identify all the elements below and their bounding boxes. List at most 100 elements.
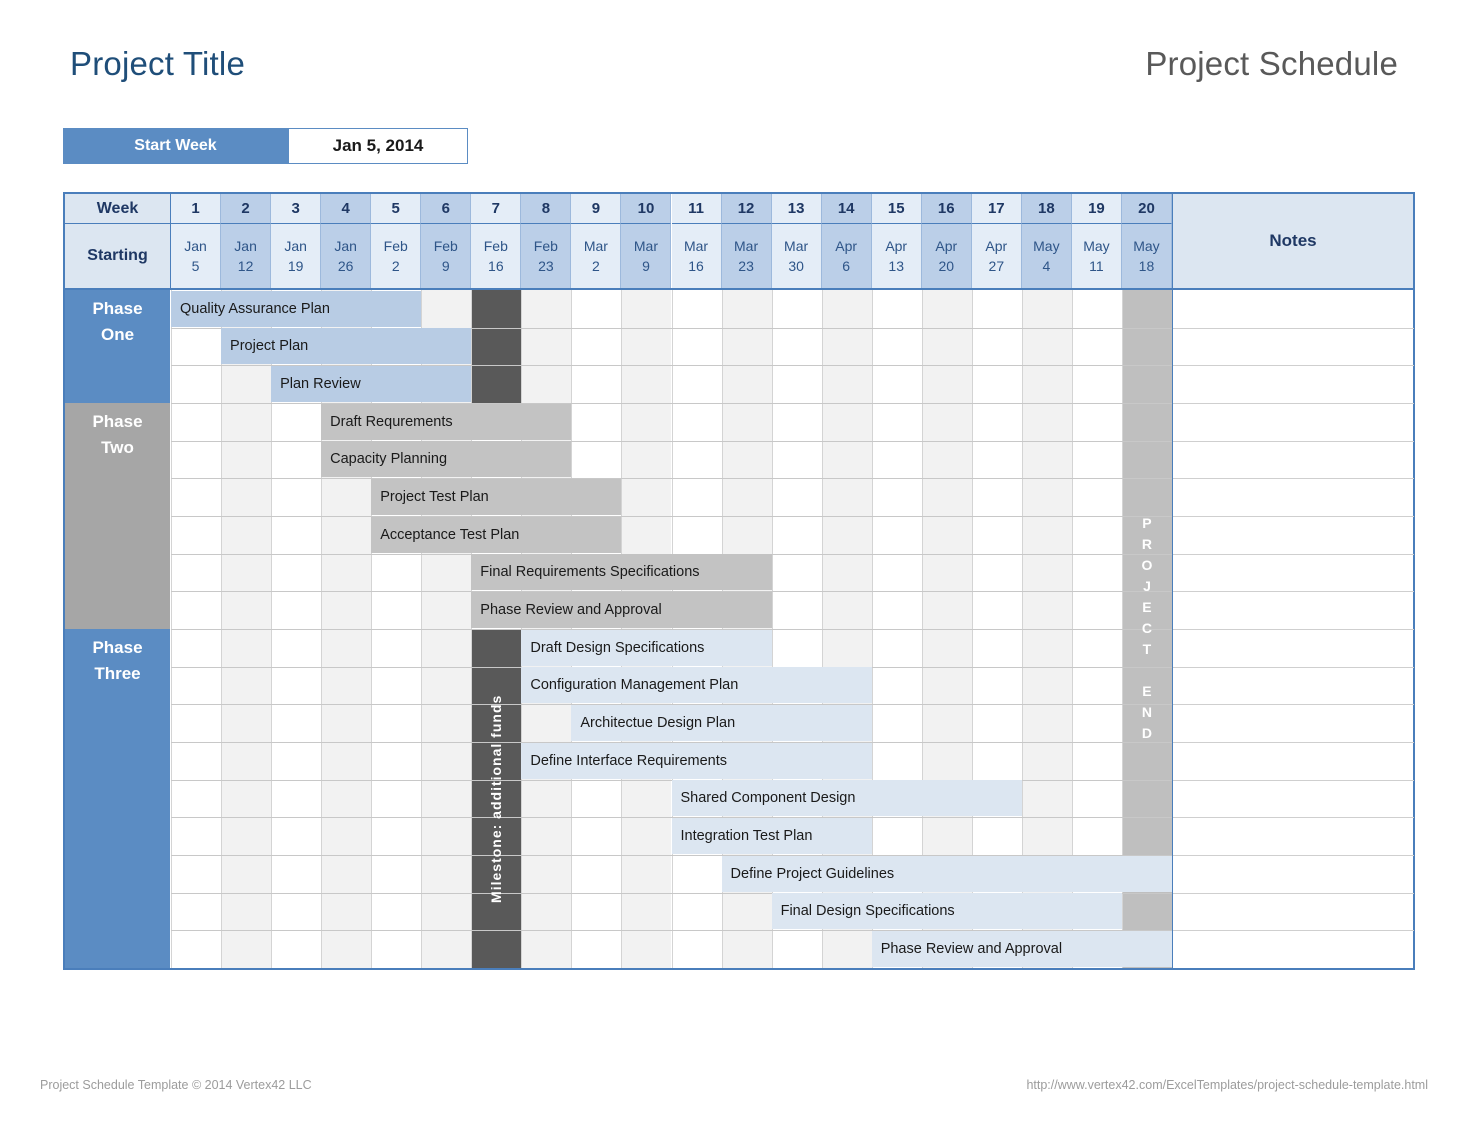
task-bar[interactable] <box>671 818 872 855</box>
task-bar[interactable] <box>521 629 772 666</box>
week-date-10: Mar 9 <box>621 224 672 288</box>
task-bar[interactable] <box>321 403 572 440</box>
week-date-month: Mar <box>583 237 608 254</box>
week-date-day: 2 <box>592 258 600 274</box>
task-bar[interactable] <box>371 479 622 516</box>
week-date-day: 13 <box>888 258 904 274</box>
task-bar[interactable] <box>521 667 872 704</box>
week-number-6: 6 <box>421 194 472 224</box>
week-number-2: 2 <box>221 194 272 224</box>
week-number-18: 18 <box>1021 194 1072 224</box>
phase-label-line1: Phase <box>92 299 143 318</box>
week-date-3: Jan 19 <box>271 224 322 288</box>
week-number-17: 17 <box>971 194 1022 224</box>
week-date-month: Jan <box>234 237 257 254</box>
week-date-day: 20 <box>938 258 955 274</box>
task-bar[interactable] <box>371 516 622 553</box>
milestone-column-block-1 <box>471 290 522 403</box>
week-date-11: Mar 16 <box>671 224 722 288</box>
week-date-day: 16 <box>688 258 704 274</box>
week-number-1: 1 <box>171 194 222 224</box>
notes-row-line-7 <box>1173 553 1414 555</box>
task-bar[interactable] <box>171 290 422 327</box>
phase-label-3: Phase Three <box>65 628 171 968</box>
week-date-month: May <box>1033 237 1060 254</box>
task-bar[interactable] <box>271 366 472 403</box>
task-bar[interactable] <box>571 705 872 742</box>
task-bar[interactable] <box>221 328 472 365</box>
week-date-month: Mar <box>683 237 709 254</box>
week-date-day: 26 <box>337 258 354 274</box>
week-number-4: 4 <box>321 194 372 224</box>
phase-label-line1: Phase <box>92 411 143 431</box>
footer-url[interactable]: http://www.vertex42.com/ExcelTemplates/p… <box>1026 1078 1428 1092</box>
phase-label-line2: One <box>100 325 135 345</box>
week-date-12: Mar 23 <box>721 224 772 288</box>
project-end-letter-6: C <box>1141 620 1153 637</box>
notes-row-line-2 <box>1173 365 1414 367</box>
task-bar[interactable] <box>771 893 1122 930</box>
phase-label-line1: Phase <box>92 637 143 657</box>
week-date-day: 23 <box>738 258 754 274</box>
task-bar[interactable] <box>471 592 772 629</box>
project-end-label: PROJECT END <box>1122 290 1172 968</box>
week-date-day: 27 <box>988 258 1005 274</box>
week-date-month: Feb <box>433 237 458 254</box>
notes-row-line-6 <box>1173 515 1414 517</box>
week-date-day: 2 <box>391 258 400 274</box>
week-date-day: 23 <box>538 258 554 274</box>
task-bar[interactable] <box>721 855 1172 892</box>
project-end-letter-11: D <box>1141 725 1153 742</box>
week-date-month: Mar <box>734 237 759 254</box>
week-date-14: Apr 6 <box>821 224 872 288</box>
week-date-16: Apr 20 <box>921 224 972 288</box>
week-date-month: Apr <box>985 237 1008 254</box>
week-date-19: May 11 <box>1071 224 1122 288</box>
task-bar[interactable] <box>521 742 872 779</box>
week-date-month: Apr <box>935 237 958 254</box>
notes-row-line-15 <box>1173 854 1414 856</box>
notes-column[interactable] <box>1172 290 1414 968</box>
project-end-letter-10: N <box>1141 704 1153 721</box>
phase-label-1: Phase One <box>65 290 171 403</box>
notes-row-line-9 <box>1173 628 1414 630</box>
project-end-letter-4: J <box>1143 578 1151 595</box>
week-date-7: Feb 16 <box>471 224 522 288</box>
week-date-month: Feb <box>483 237 508 254</box>
week-date-day: 16 <box>488 258 504 274</box>
page-title: Project Title <box>70 45 245 82</box>
week-number-8: 8 <box>521 194 572 224</box>
task-bar[interactable] <box>321 441 572 478</box>
week-date-month: Feb <box>533 237 558 254</box>
notes-row-line-8 <box>1173 591 1414 593</box>
gantt-header-row: Week Starting 1 2 3 4 5 6 7 8 9 10 11 12 13 14 15 16 17 1… <box>65 194 1413 288</box>
notes-row-line-14 <box>1173 817 1414 819</box>
project-end-letter-1: P <box>1142 515 1152 532</box>
week-date-day: 9 <box>642 258 650 274</box>
week-date-4: Jan 26 <box>321 224 372 288</box>
project-end-letter-2: R <box>1141 536 1153 553</box>
page-header: Project Title Project Schedule <box>0 0 1470 120</box>
week-date-day: 6 <box>842 258 851 274</box>
notes-row-line-1 <box>1173 327 1414 329</box>
week-date-15: Apr 13 <box>871 224 922 288</box>
week-date-20: May 18 <box>1121 224 1172 288</box>
week-date-month: Jan <box>284 237 307 254</box>
week-number-7: 7 <box>471 194 522 224</box>
week-date-8: Feb 23 <box>521 224 572 288</box>
phase-label-2: Phase Two <box>65 402 171 629</box>
notes-row-line-4 <box>1173 440 1414 442</box>
project-end-letter-7: T <box>1142 641 1152 658</box>
week-date-5: Feb 2 <box>371 224 422 288</box>
milestone-label: Milestone: additional funds <box>488 694 505 903</box>
start-week-label: Start Week <box>63 128 288 164</box>
week-number-5: 5 <box>371 194 422 224</box>
start-week-input[interactable]: Jan 5, 2014 <box>288 128 468 164</box>
task-bar[interactable] <box>671 780 1022 817</box>
week-date-month: Mar <box>784 237 809 254</box>
week-number-13: 13 <box>771 194 822 224</box>
week-number-12: 12 <box>721 194 772 224</box>
task-bar[interactable] <box>471 554 772 591</box>
project-end-letter-3: O <box>1141 557 1153 574</box>
week-number-9: 9 <box>571 194 622 224</box>
